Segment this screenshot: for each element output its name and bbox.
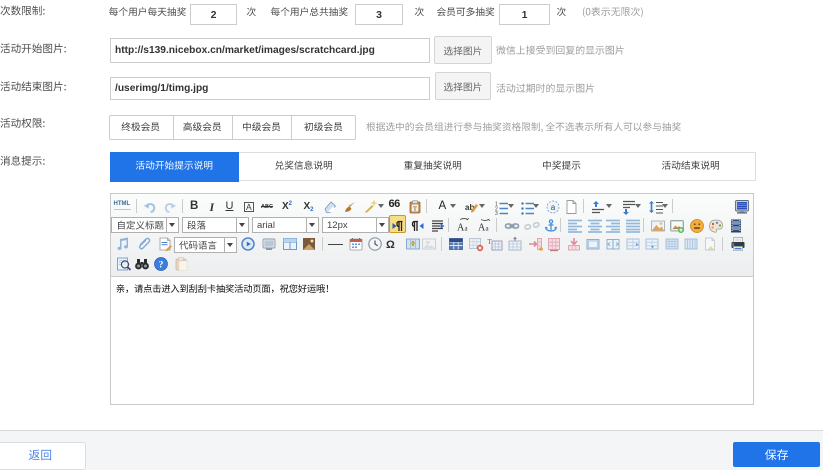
svg-text:a: a [464,224,468,232]
svg-text:a: a [486,224,490,232]
svg-text:3: 3 [495,211,498,215]
svg-text:w: w [426,240,430,246]
svg-text:a: a [551,203,556,212]
svg-text:T: T [413,206,417,213]
svg-text:?: ? [159,260,164,270]
